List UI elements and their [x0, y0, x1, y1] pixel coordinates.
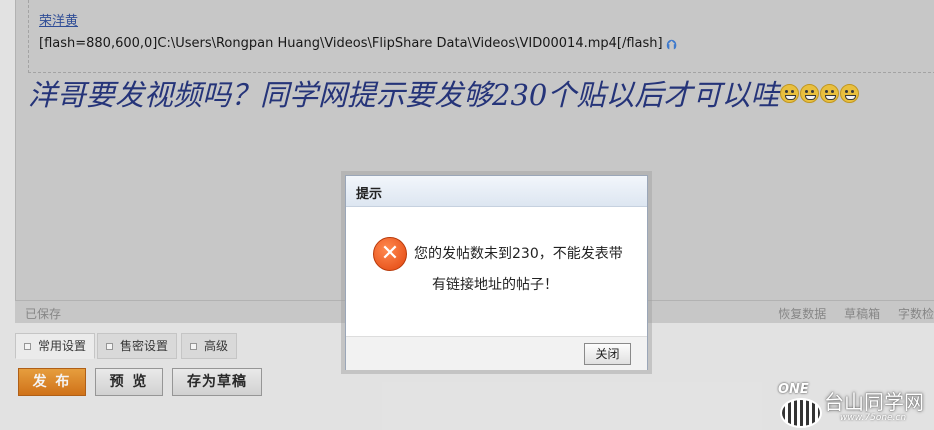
dialog-message-line1: 您的发帖数未到230，不能发表带: [414, 246, 623, 262]
site-watermark: ONE 台山同学网 www.75one.cn: [776, 382, 934, 430]
logo-text: ONE: [778, 382, 809, 397]
dialog-title: 提示: [356, 187, 383, 202]
alert-dialog: 提示 ✕ 您的发帖数未到230，不能发表带 有链接地址的帖子！ 关闭: [345, 175, 648, 370]
dialog-message-line2: 有链接地址的帖子！: [432, 277, 558, 293]
dialog-footer: 关闭: [346, 336, 647, 370]
close-button[interactable]: 关闭: [584, 343, 631, 365]
error-icon: ✕: [373, 237, 407, 271]
globe-logo-icon: [780, 398, 822, 428]
watermark-site-name: 台山同学网: [824, 390, 924, 414]
watermark-url: www.75one.cn: [840, 413, 907, 423]
dialog-titlebar: 提示: [346, 176, 647, 207]
